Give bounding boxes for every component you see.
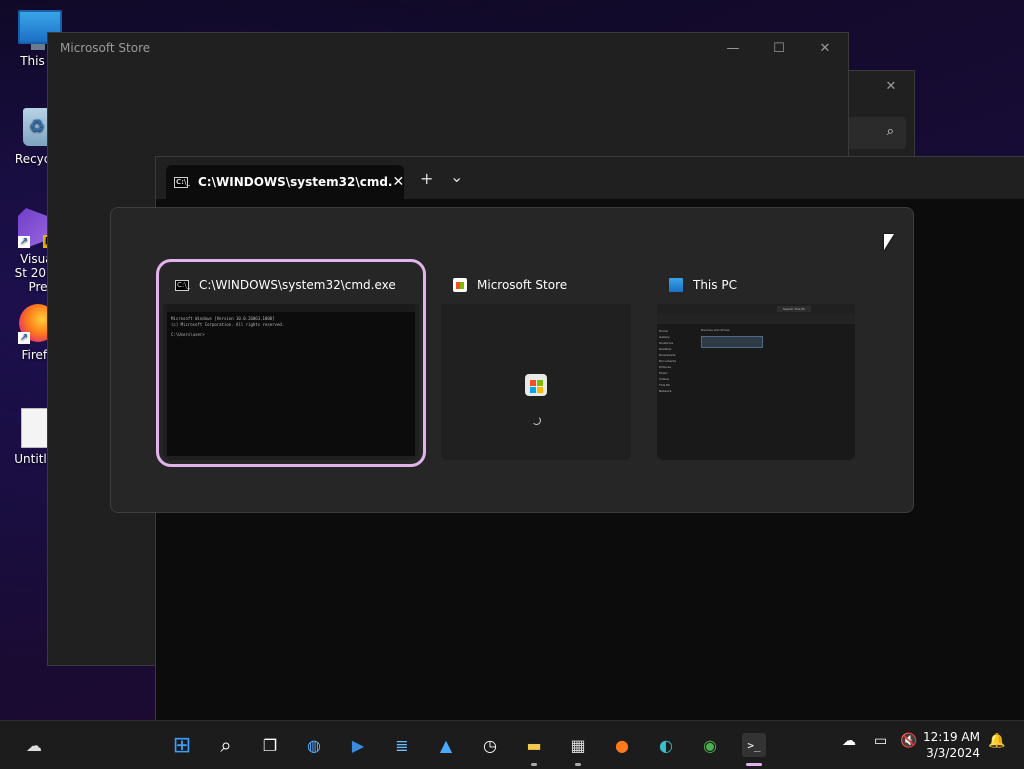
- media-player-button[interactable]: ▶: [346, 733, 370, 757]
- firefox-button[interactable]: ●: [610, 733, 634, 757]
- browser-globe-button[interactable]: ◍: [302, 733, 326, 757]
- loading-spinner-icon: [532, 416, 541, 425]
- maximize-button[interactable]: ☐: [756, 33, 802, 63]
- preview-line: C:\Users\user>: [171, 332, 205, 337]
- store-icon: [453, 278, 467, 292]
- tab-dropdown-button[interactable]: ⌄: [450, 167, 463, 186]
- window-title: Microsoft Store: [60, 41, 151, 55]
- close-button[interactable]: ✕: [802, 33, 848, 63]
- window-controls: ✕: [868, 71, 914, 101]
- switcher-card-cmd[interactable]: C:\_ C:\WINDOWS\system32\cmd.exe Microso…: [156, 259, 426, 467]
- clock[interactable]: 12:19 AM 3/3/2024: [923, 729, 980, 761]
- notification-bell-icon[interactable]: 🔔: [988, 733, 1005, 749]
- new-tab-button[interactable]: +: [420, 169, 433, 188]
- running-indicator: [575, 763, 581, 766]
- edge-button[interactable]: ◐: [654, 733, 678, 757]
- card-title: This PC: [693, 278, 737, 292]
- network-icon[interactable]: ▭: [874, 733, 887, 749]
- terminal-tab-title: C:\WINDOWS\system32\cmd.: [198, 175, 393, 189]
- file-explorer-button[interactable]: ▬: [522, 733, 546, 757]
- card-header: Microsoft Store: [441, 266, 631, 304]
- store-preview: [441, 304, 631, 460]
- search-icon[interactable]: ⌕: [887, 124, 894, 139]
- this-pc-icon: [669, 278, 683, 292]
- drive-item: [701, 336, 763, 348]
- cmd-preview: Microsoft Windows [Version 10.0.26063.10…: [167, 304, 415, 456]
- this-pc-preview: Search This PC Home Gallery OneDrive Des…: [657, 304, 855, 460]
- clock-date: 3/3/2024: [926, 746, 980, 760]
- cloud-offline-icon[interactable]: ☁: [842, 733, 856, 749]
- minimize-button[interactable]: —: [710, 33, 756, 63]
- store-logo-icon: [525, 374, 547, 396]
- preview-search: Search This PC: [777, 306, 812, 312]
- card-title: C:\WINDOWS\system32\cmd.exe: [199, 278, 396, 292]
- cmd-icon: C:\_: [174, 176, 190, 188]
- card-header: This PC: [657, 266, 855, 304]
- switcher-card-this-pc[interactable]: This PC Search This PC Home Gallery OneD…: [657, 266, 855, 460]
- close-icon[interactable]: ✕: [868, 71, 914, 101]
- chrome-button[interactable]: ◉: [698, 733, 722, 757]
- start-button[interactable]: ⊞: [170, 733, 194, 758]
- clock-time: 12:19 AM: [923, 730, 980, 744]
- notepad-button[interactable]: ≣: [390, 733, 414, 757]
- taskbar: ☁ ⊞ ⌕ ❐ ◍ ▶ ≣ ▲ ◷ ▬ ▦ ● ◐ ◉ >_ ☁ ▭ 🔇 12:…: [0, 720, 1024, 769]
- clock-app-button[interactable]: ◷: [478, 733, 502, 757]
- tab-close-icon[interactable]: ✕: [393, 174, 405, 190]
- terminal-tab-bar: C:\_ C:\WINDOWS\system32\cmd. ✕ + ⌄: [156, 157, 1024, 199]
- cmd-icon: C:\_: [175, 279, 191, 291]
- volume-muted-icon[interactable]: 🔇: [900, 733, 917, 749]
- running-indicator: [531, 763, 537, 766]
- switcher-card-store[interactable]: Microsoft Store: [441, 266, 631, 460]
- window-controls: — ☐ ✕: [710, 33, 848, 63]
- mouse-cursor-icon: [884, 234, 894, 250]
- preview-section: Devices and drives: [701, 328, 730, 332]
- task-view-button[interactable]: ❐: [258, 733, 282, 757]
- card-title: Microsoft Store: [477, 278, 568, 292]
- card-header: C:\_ C:\WINDOWS\system32\cmd.exe: [163, 266, 419, 304]
- terminal-button[interactable]: >_: [742, 733, 766, 757]
- weather-icon[interactable]: ☁: [22, 733, 46, 757]
- nav-item: Network: [659, 389, 672, 393]
- photos-button[interactable]: ▲: [434, 733, 458, 757]
- terminal-tab[interactable]: C:\_ C:\WINDOWS\system32\cmd. ✕: [166, 165, 404, 199]
- store-button[interactable]: ▦: [566, 733, 590, 757]
- search-button[interactable]: ⌕: [214, 733, 238, 757]
- running-indicator: [746, 763, 762, 766]
- task-switcher: C:\_ C:\WINDOWS\system32\cmd.exe Microso…: [110, 207, 914, 513]
